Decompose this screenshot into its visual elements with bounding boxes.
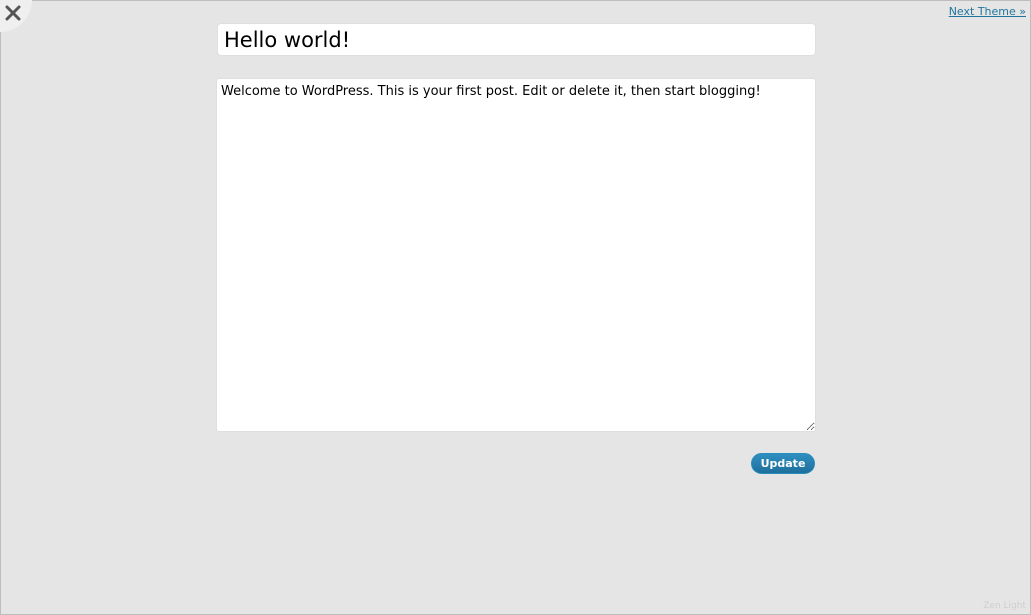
close-icon [5, 5, 21, 21]
post-content-textarea[interactable]: Welcome to WordPress. This is your first… [216, 78, 816, 432]
next-theme-link[interactable]: Next Theme » [949, 5, 1026, 18]
close-button[interactable] [0, 0, 32, 32]
post-title-input[interactable] [217, 23, 816, 56]
theme-name-label: Zen Light [983, 601, 1026, 611]
update-button[interactable]: Update [751, 453, 815, 474]
